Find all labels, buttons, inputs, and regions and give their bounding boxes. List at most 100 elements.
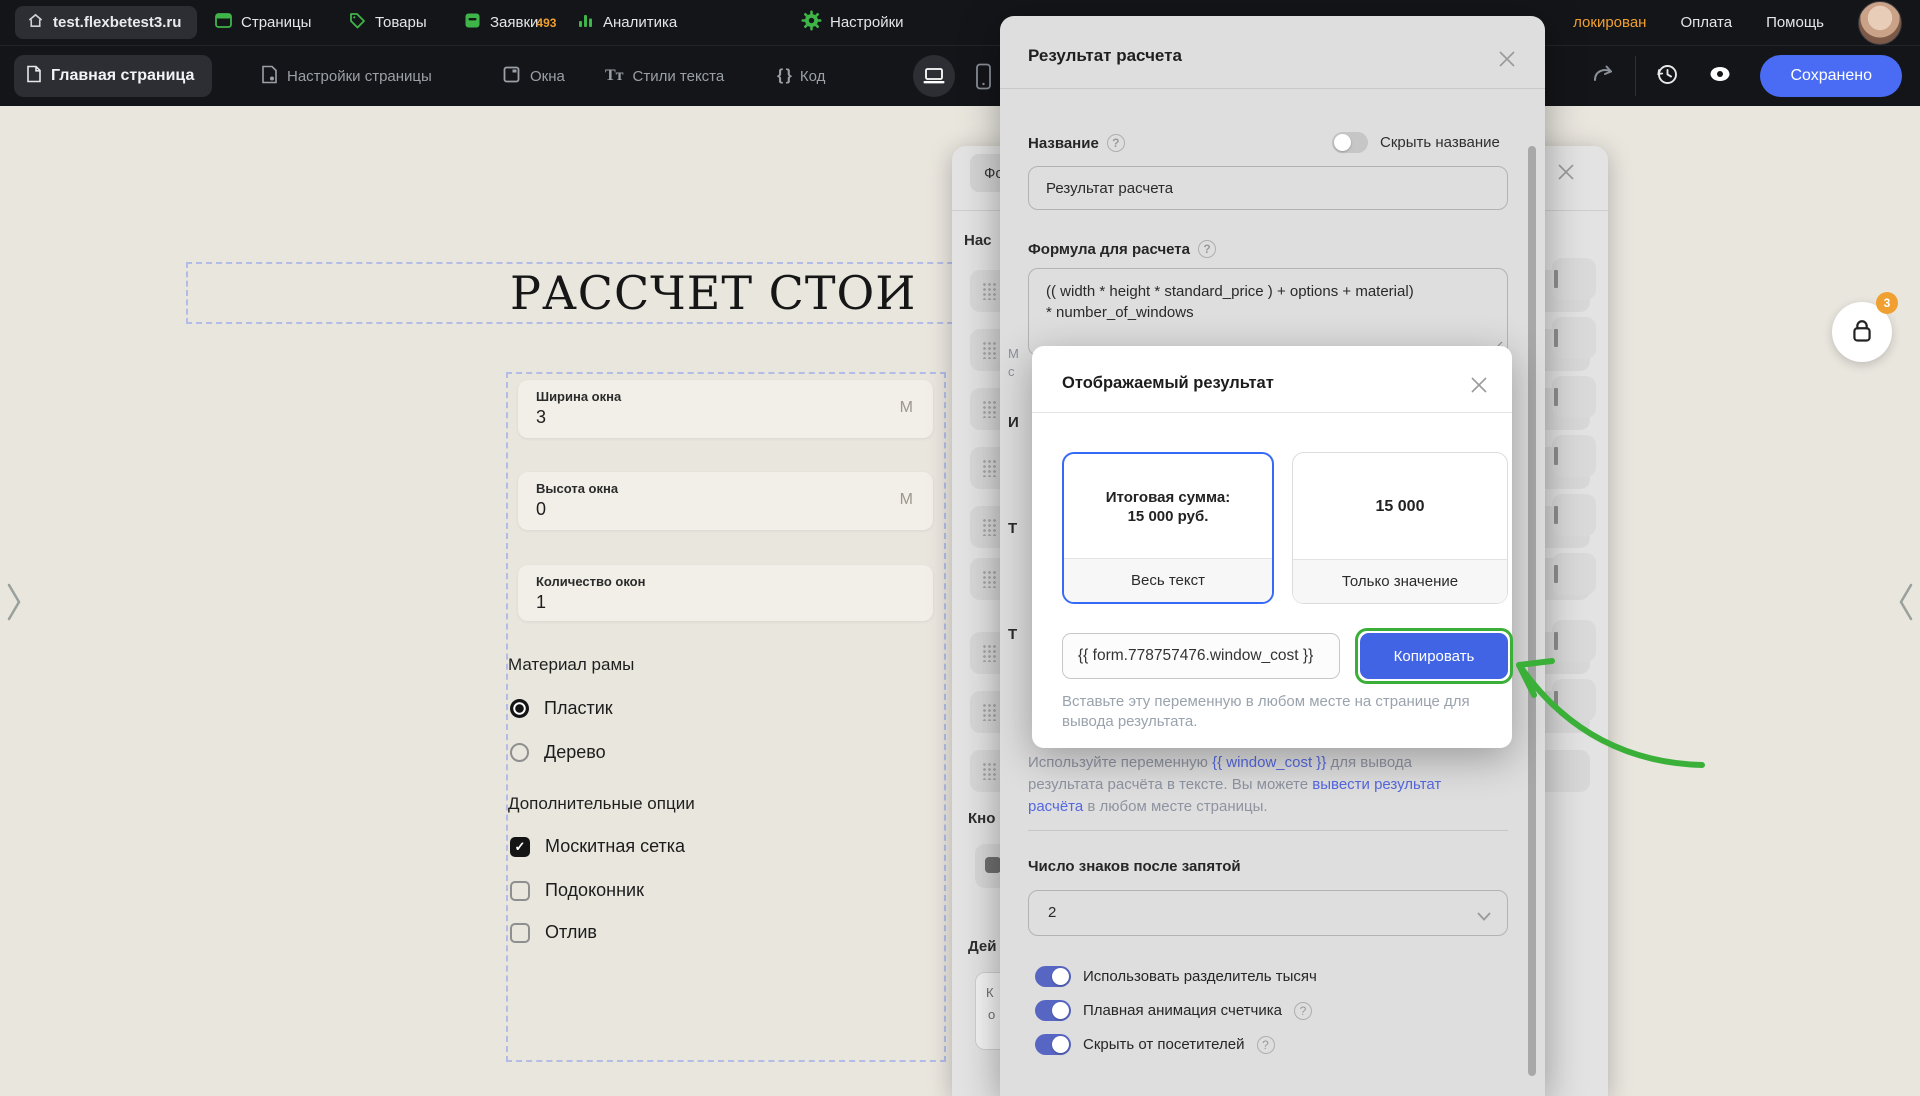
save-button[interactable]: Сохранено	[1760, 55, 1902, 97]
drag-handle-icon[interactable]	[982, 400, 996, 418]
nav-label: Настройки	[830, 14, 904, 31]
mobile-view-button[interactable]	[975, 63, 992, 95]
hide-visitors-toggle[interactable]	[1035, 1034, 1071, 1055]
panel-section-label: Нас	[964, 232, 992, 249]
field-value: 1	[536, 592, 546, 613]
trash-icon[interactable]	[1554, 270, 1558, 288]
toggle-label: Скрыть от посетителей	[1083, 1036, 1245, 1053]
card-footer: Только значение	[1293, 559, 1507, 603]
field-label: Ширина окна	[536, 389, 621, 404]
trash-icon[interactable]	[1554, 506, 1558, 524]
inbox-icon	[463, 11, 482, 34]
history-icon[interactable]	[1654, 61, 1680, 92]
tab-page-settings[interactable]: Настройки страницы	[261, 46, 432, 106]
radio-wood[interactable]: Дерево	[510, 742, 606, 763]
editor-toolbar: Главная страница Настройки страницы Окна…	[0, 45, 1920, 106]
field-action-row[interactable]	[1552, 494, 1596, 536]
nav-payment[interactable]: Оплата	[1680, 14, 1732, 31]
trash-icon[interactable]	[1554, 632, 1558, 650]
site-switcher[interactable]: test.flexbetest3.ru	[15, 6, 197, 39]
checkbox-unchecked-icon[interactable]	[510, 881, 530, 901]
tab-label: Код	[800, 68, 826, 85]
next-page-chevron-icon[interactable]	[1898, 582, 1914, 627]
field-action-row[interactable]	[1552, 376, 1596, 418]
avatar[interactable]	[1858, 1, 1902, 45]
toggle-row-thousands: Использовать разделитель тысяч	[1035, 966, 1317, 987]
help-icon[interactable]	[1257, 1036, 1275, 1054]
radio-plastic[interactable]: Пластик	[510, 698, 613, 719]
help-icon[interactable]	[1198, 240, 1216, 258]
animation-toggle[interactable]	[1035, 1000, 1071, 1021]
drag-handle-icon[interactable]	[982, 570, 996, 588]
field-action-row[interactable]	[1552, 317, 1596, 359]
field-window-count[interactable]: Количество окон 1	[518, 565, 933, 621]
panel-action-label: Дей	[968, 938, 996, 955]
trash-icon[interactable]	[1554, 329, 1558, 347]
card-preview: Итоговая сумма: 15 000 руб.	[1064, 454, 1272, 560]
option-card-full-text[interactable]: Итоговая сумма: 15 000 руб. Весь текст	[1062, 452, 1274, 604]
field-value: 0	[536, 499, 546, 520]
drag-handle-icon[interactable]	[982, 341, 996, 359]
checkbox-drip[interactable]: Отлив	[510, 922, 597, 943]
help-icon[interactable]	[1294, 1002, 1312, 1020]
checkbox-unchecked-icon[interactable]	[510, 923, 530, 943]
drag-handle-icon[interactable]	[982, 703, 996, 721]
hide-name-toggle[interactable]	[1332, 132, 1368, 153]
blocked-status[interactable]: локирован	[1573, 14, 1646, 31]
field-action-row[interactable]	[1552, 620, 1596, 662]
panel-close-icon[interactable]	[1556, 162, 1576, 182]
decimals-select[interactable]: 2	[1028, 890, 1508, 936]
prev-page-chevron-icon[interactable]	[6, 582, 22, 627]
redo-icon[interactable]	[1591, 62, 1617, 91]
checkbox-windowsill[interactable]: Подоконник	[510, 880, 644, 901]
drag-handle-icon[interactable]	[982, 459, 996, 477]
nav-settings[interactable]: Настройки	[801, 0, 904, 45]
nav-label-wrap: Заявки 493	[490, 14, 538, 31]
desktop-view-button[interactable]	[913, 55, 955, 97]
copy-button[interactable]: Копировать	[1360, 633, 1508, 679]
drag-handle-icon[interactable]	[982, 282, 996, 300]
field-action-row[interactable]	[1552, 258, 1596, 300]
field-window-height[interactable]: Высота окна 0 М	[518, 472, 933, 530]
variable-input[interactable]: {{ form.778757476.window_cost }}	[1062, 633, 1340, 679]
hide-name-label: Скрыть название	[1380, 134, 1500, 151]
toolbar-right-group: Сохранено	[1591, 46, 1920, 106]
popup-header-divider	[1032, 412, 1512, 413]
field-action-row[interactable]	[1552, 435, 1596, 477]
radio-unchecked-icon[interactable]	[510, 743, 529, 762]
toggle-row-animation: Плавная анимация счетчика	[1035, 1000, 1312, 1021]
nav-help[interactable]: Помощь	[1766, 14, 1824, 31]
trash-icon[interactable]	[1554, 447, 1558, 465]
trash-icon[interactable]	[1554, 565, 1558, 583]
trash-icon[interactable]	[1554, 388, 1558, 406]
field-window-width[interactable]: Ширина окна 3 М	[518, 380, 933, 438]
field-action-row[interactable]	[1552, 679, 1596, 721]
thousands-toggle[interactable]	[1035, 966, 1071, 987]
card-value: 15 000	[1376, 497, 1425, 516]
nav-products[interactable]: Товары	[348, 0, 427, 45]
drag-handle-icon[interactable]	[982, 644, 996, 662]
dialog-scrollbar[interactable]	[1528, 146, 1536, 1076]
help-icon[interactable]	[1107, 134, 1125, 152]
tab-windows[interactable]: Окна	[502, 46, 565, 106]
current-page-pill[interactable]: Главная страница	[14, 55, 212, 97]
analytics-icon	[576, 11, 595, 34]
name-input[interactable]: Результат расчета	[1028, 166, 1508, 210]
tab-text-styles[interactable]: Tт Стили текста	[605, 46, 724, 106]
checkbox-mosquito-net[interactable]: Москитная сетка	[510, 836, 685, 857]
preview-eye-icon[interactable]	[1706, 63, 1734, 90]
formula-textarea[interactable]: (( width * height * standard_price ) + o…	[1028, 268, 1508, 356]
option-card-value-only[interactable]: 15 000 Только значение	[1292, 452, 1508, 604]
trash-icon[interactable]	[1554, 691, 1558, 709]
drag-handle-icon[interactable]	[982, 762, 996, 780]
dialog-close-icon[interactable]	[1498, 50, 1516, 68]
field-action-row[interactable]	[1552, 553, 1596, 595]
nav-leads[interactable]: Заявки 493	[463, 0, 538, 45]
tab-code[interactable]: { } Код	[777, 46, 825, 106]
nav-pages[interactable]: Страницы	[214, 0, 311, 45]
nav-analytics[interactable]: Аналитика	[576, 0, 677, 45]
checkbox-checked-icon[interactable]	[510, 837, 530, 857]
drag-handle-icon[interactable]	[982, 518, 996, 536]
radio-checked-icon[interactable]	[510, 699, 529, 718]
popup-close-icon[interactable]	[1470, 376, 1488, 394]
